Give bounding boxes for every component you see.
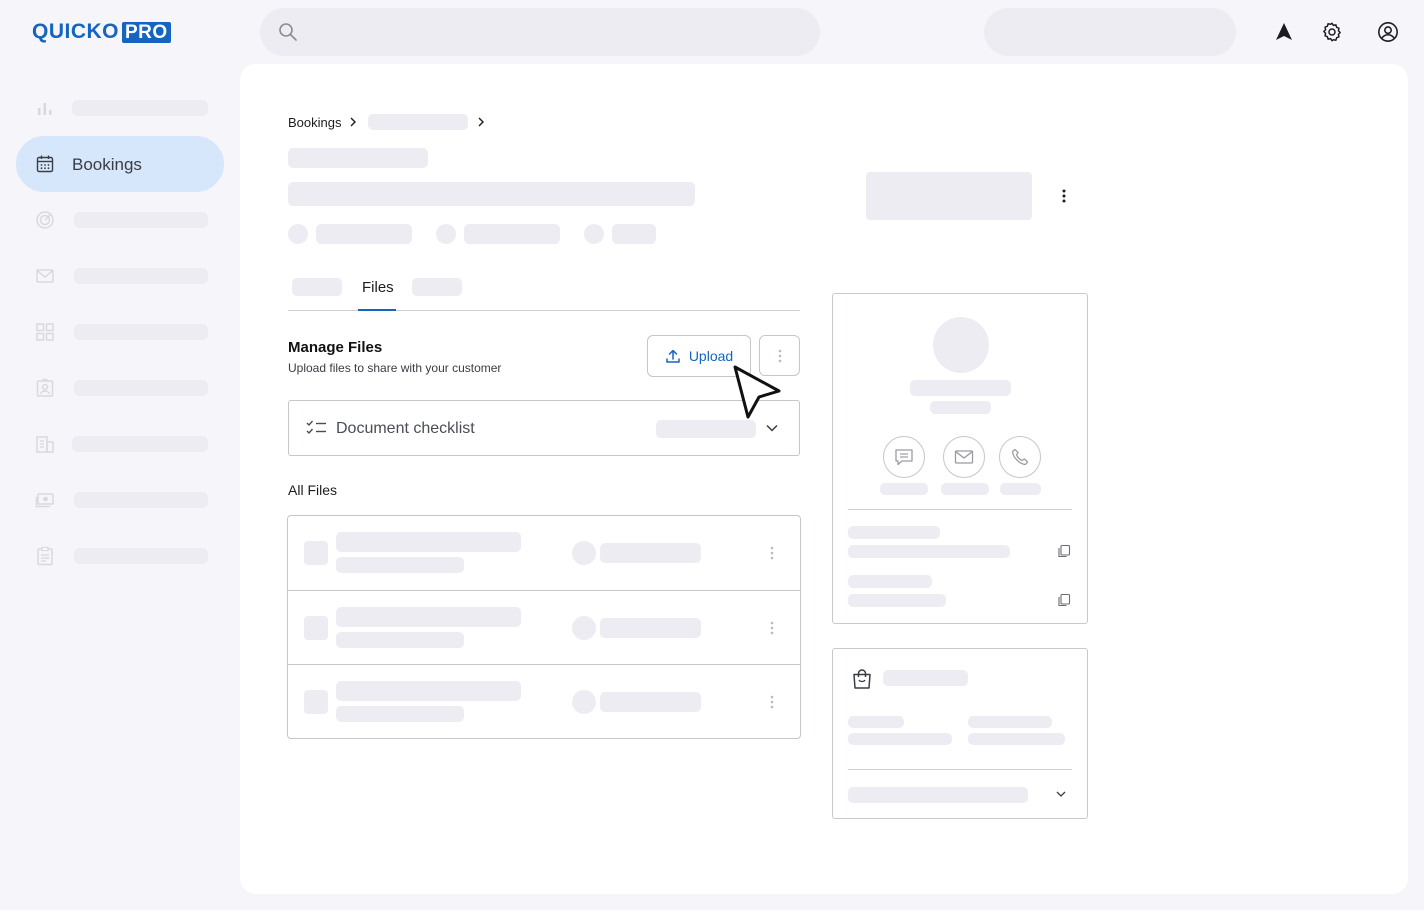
chevron-down-icon[interactable] xyxy=(1055,788,1067,800)
manage-files-title: Manage Files xyxy=(288,339,383,356)
sidebar-item-contacts[interactable] xyxy=(16,360,224,416)
phone-icon xyxy=(1011,448,1029,466)
row-more-icon[interactable] xyxy=(762,541,782,565)
row-more-icon[interactable] xyxy=(762,616,782,640)
order-panel xyxy=(832,648,1088,819)
manage-files-subtitle: Upload files to share with your customer xyxy=(288,361,502,375)
mail-icon xyxy=(954,450,974,464)
document-checklist-label: Document checklist xyxy=(336,420,475,437)
brand-pro-badge: PRO xyxy=(122,21,171,43)
checklist-icon xyxy=(306,420,326,435)
sidebar-item-organization[interactable] xyxy=(16,416,224,472)
files-table xyxy=(287,515,801,739)
all-files-title: All Files xyxy=(288,482,338,498)
sidebar-item-reports[interactable] xyxy=(16,528,224,584)
subtitle-placeholder xyxy=(288,148,428,168)
panel-divider xyxy=(848,769,1072,770)
meta-dot xyxy=(436,224,456,244)
copy-icon[interactable] xyxy=(1057,593,1071,607)
sidebar-item-analytics[interactable] xyxy=(16,80,224,136)
header-action-button[interactable] xyxy=(866,172,1032,220)
account-circle-icon[interactable] xyxy=(1374,18,1402,46)
table-row[interactable] xyxy=(288,590,800,664)
tab-files[interactable]: Files xyxy=(362,279,394,296)
chevron-right-icon xyxy=(478,117,484,127)
meta-placeholder xyxy=(612,224,656,244)
panel-divider xyxy=(848,509,1072,510)
meta-placeholder xyxy=(316,224,412,244)
building-icon xyxy=(36,436,54,453)
sidebar-item-messages[interactable] xyxy=(16,248,224,304)
clipboard-icon xyxy=(37,546,53,566)
customer-detail-placeholder xyxy=(930,401,991,414)
shopping-bag-icon xyxy=(853,669,871,689)
tab-placeholder[interactable] xyxy=(292,278,342,296)
badge-icon xyxy=(36,378,54,397)
chevron-down-icon[interactable] xyxy=(765,422,779,434)
brand-logo[interactable]: QUICKO PRO xyxy=(32,20,171,44)
page-title-placeholder xyxy=(288,182,695,206)
customer-panel xyxy=(832,293,1088,624)
calendar-icon xyxy=(36,155,54,173)
meta-placeholder xyxy=(464,224,560,244)
email-button[interactable] xyxy=(943,436,985,478)
breadcrumb-placeholder[interactable] xyxy=(368,114,468,130)
navigation-arrow-icon[interactable] xyxy=(1270,18,1298,46)
sidebar-item-apps[interactable] xyxy=(16,304,224,360)
sidebar-item-payments[interactable] xyxy=(16,472,224,528)
sidebar-item-goals[interactable] xyxy=(16,192,224,248)
search-icon xyxy=(279,23,297,41)
table-row[interactable] xyxy=(288,664,800,738)
chat-button[interactable] xyxy=(883,436,925,478)
avatar xyxy=(933,317,989,373)
sidebar-item-bookings[interactable]: Bookings xyxy=(16,136,224,192)
document-checklist-accordion[interactable]: Document checklist xyxy=(288,400,800,456)
mouse-cursor-icon xyxy=(733,365,781,419)
breadcrumb: Bookings xyxy=(288,115,341,130)
call-button[interactable] xyxy=(999,436,1041,478)
bar-chart-icon xyxy=(38,103,52,115)
meta-dot xyxy=(288,224,308,244)
meta-dot xyxy=(584,224,604,244)
more-vertical-icon xyxy=(778,349,781,362)
brand-name: QUICKO xyxy=(32,20,119,43)
customer-name-placeholder xyxy=(910,380,1011,396)
chat-icon xyxy=(895,449,913,466)
header-more-icon[interactable] xyxy=(1054,184,1074,208)
tab-placeholder[interactable] xyxy=(412,278,462,296)
tab-active-indicator xyxy=(358,309,396,311)
upload-icon xyxy=(666,349,680,363)
breadcrumb-bookings-link[interactable]: Bookings xyxy=(288,115,341,130)
cash-icon xyxy=(35,493,54,508)
table-row[interactable] xyxy=(288,516,800,590)
chevron-right-icon xyxy=(350,117,356,127)
top-placeholder-pill[interactable] xyxy=(984,8,1236,56)
search-input[interactable] xyxy=(260,8,820,56)
target-icon xyxy=(36,211,54,229)
row-more-icon[interactable] xyxy=(762,690,782,714)
gear-icon[interactable] xyxy=(1318,18,1346,46)
copy-icon[interactable] xyxy=(1057,544,1071,558)
upload-button-label: Upload xyxy=(688,348,734,364)
checklist-status-placeholder xyxy=(656,420,756,438)
mail-icon xyxy=(36,269,54,283)
sidebar-item-label: Bookings xyxy=(72,155,142,174)
grid-icon xyxy=(36,323,54,341)
